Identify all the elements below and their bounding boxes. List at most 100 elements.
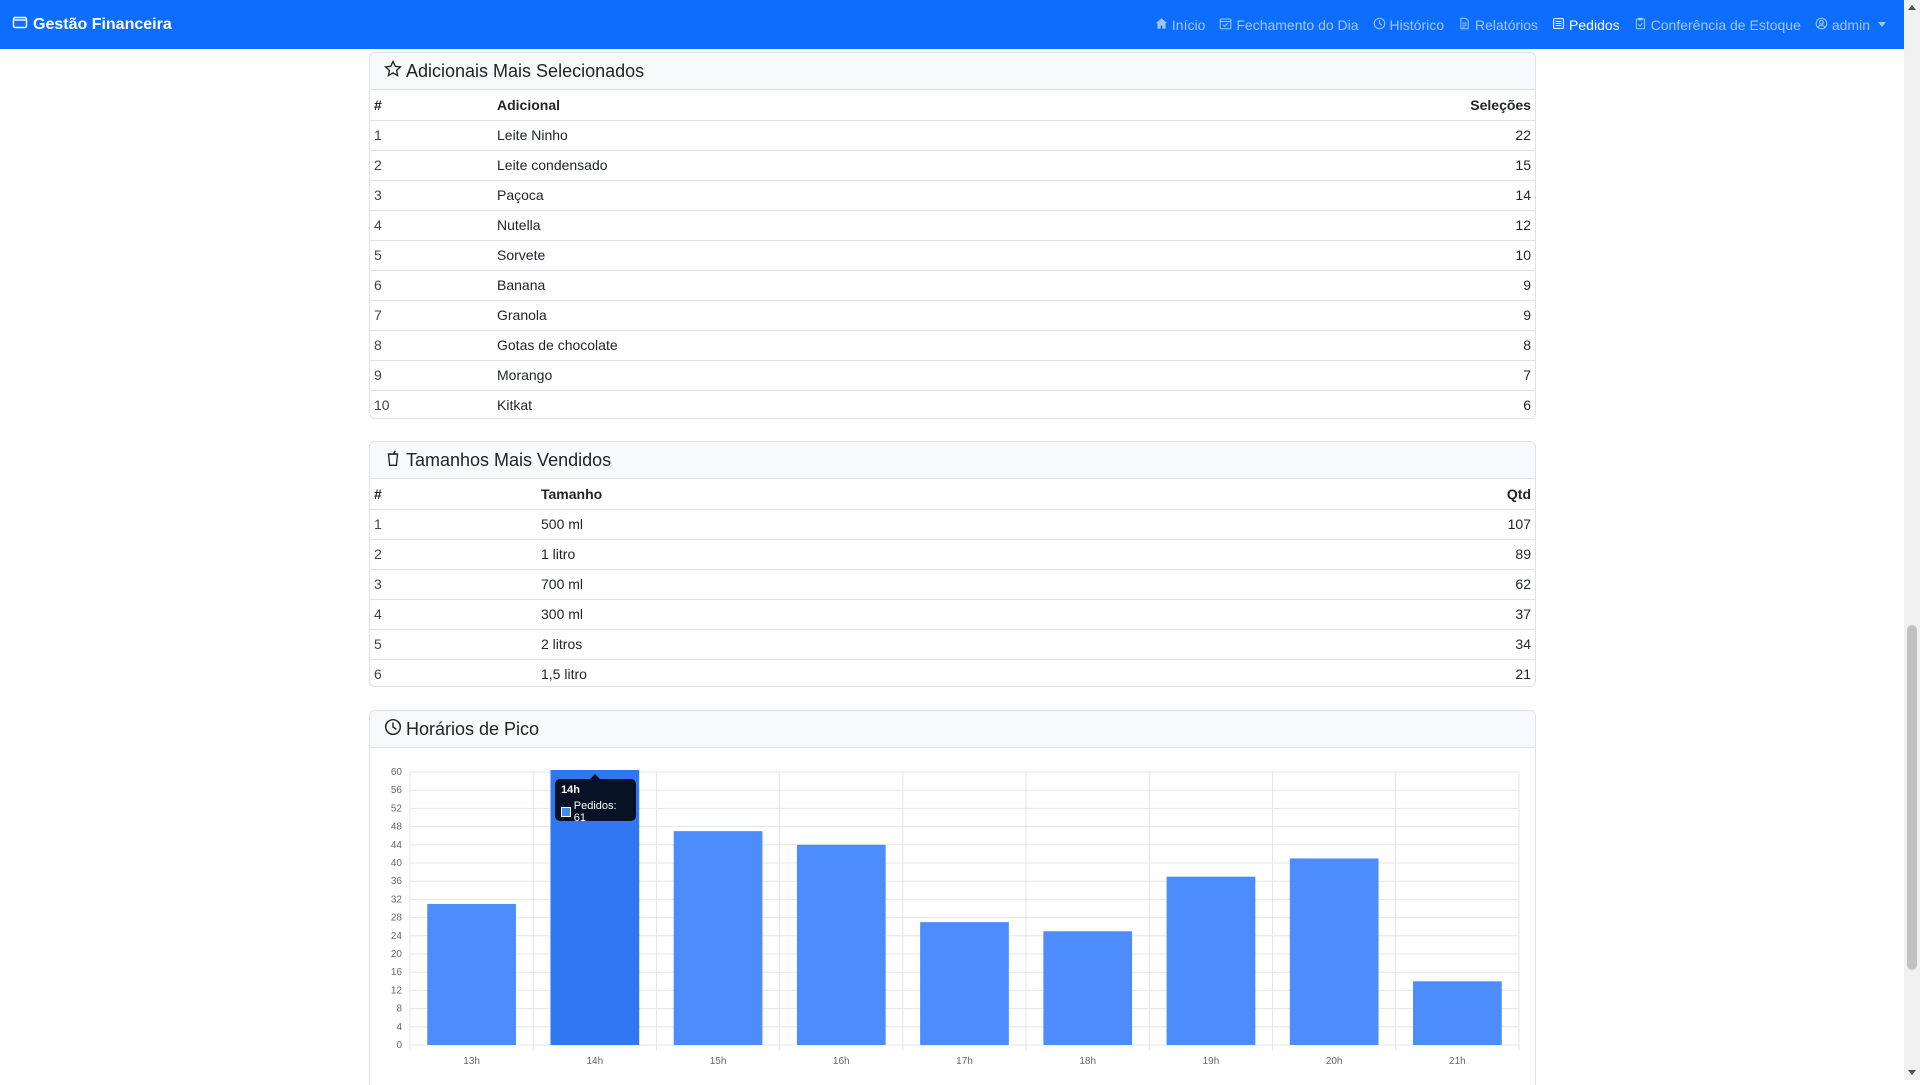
y-tick-label: 56: [391, 785, 403, 796]
bar-16h: [796, 844, 886, 1045]
table-row: 8 Gotas de chocolate 8: [370, 330, 1535, 361]
table-row: 10 Kitkat 6: [370, 390, 1535, 418]
nav-item-historico[interactable]: Histórico: [1373, 17, 1444, 33]
page-scrollbar[interactable]: [1904, 0, 1920, 1080]
row-count: 89: [1335, 539, 1535, 570]
star-icon: [384, 59, 402, 83]
row-rank: 4: [370, 599, 537, 630]
row-count: 37: [1335, 599, 1535, 630]
table-row: 4 300 ml 37: [370, 599, 1535, 630]
x-tick-label: 19h: [1203, 1056, 1220, 1067]
x-tick-label: 14h: [586, 1056, 603, 1067]
row-count: 7: [1335, 360, 1535, 391]
row-count: 9: [1335, 300, 1535, 331]
file-text-icon: [1458, 17, 1471, 33]
chart-tooltip: 14h Pedidos: 61: [555, 774, 636, 824]
y-tick-label: 16: [391, 967, 403, 978]
nav-item-relatorios[interactable]: Relatórios: [1458, 17, 1538, 33]
col-header-tamanho: Tamanho: [537, 479, 1335, 510]
row-name: 1 litro: [537, 539, 1335, 570]
cup-icon: [384, 449, 402, 472]
card-title: Adicionais Mais Selecionados: [406, 60, 645, 81]
table-row: 6 Banana 9: [370, 270, 1535, 301]
row-name: 500 ml: [537, 509, 1335, 540]
row-name: 700 ml: [537, 569, 1335, 600]
row-count: 12: [1335, 210, 1535, 241]
user-dropdown[interactable]: admin: [1815, 17, 1886, 33]
bar-18h: [1043, 931, 1133, 1045]
clock-icon: [384, 718, 402, 741]
adicionais-table: # Adicional Seleções 1 Leite Ninho 22 2 Lei…: [370, 90, 1535, 418]
row-count: 34: [1335, 629, 1535, 660]
row-rank: 5: [370, 629, 537, 660]
clipboard-check-icon: [1634, 17, 1647, 33]
nav-item-inicio[interactable]: Início: [1155, 17, 1205, 33]
row-name: Paçoca: [493, 180, 1335, 211]
row-name: Leite Ninho: [493, 120, 1335, 151]
nav-item-label: Histórico: [1389, 16, 1445, 33]
house-icon: [1155, 17, 1168, 33]
scroll-down-arrow-icon[interactable]: [1908, 1070, 1916, 1075]
calendar-check-icon: [1219, 17, 1232, 33]
y-tick-label: 60: [391, 767, 403, 778]
brand-link[interactable]: Gestão Financeira: [12, 14, 172, 35]
table-row: 7 Granola 9: [370, 300, 1535, 331]
scroll-up-arrow-icon[interactable]: [1908, 5, 1916, 10]
table-row: 2 Leite condensado 15: [370, 150, 1535, 181]
y-tick-label: 8: [396, 1004, 402, 1015]
col-header-adicional: Adicional: [493, 90, 1335, 121]
row-name: Gotas de chocolate: [493, 330, 1335, 361]
user-name: admin: [1831, 16, 1870, 33]
row-name: Nutella: [493, 210, 1335, 241]
x-tick-label: 16h: [833, 1056, 850, 1067]
y-tick-label: 4: [396, 1022, 402, 1033]
nav-item-pedidos[interactable]: Pedidos: [1552, 17, 1620, 33]
scrollbar-thumb[interactable]: [1907, 625, 1917, 970]
x-tick-label: 20h: [1326, 1056, 1343, 1067]
x-tick-label: 21h: [1449, 1056, 1466, 1067]
row-rank: 2: [370, 539, 537, 570]
bar-13h: [427, 903, 516, 1045]
bar-15h: [673, 831, 763, 1045]
nav-item-conferencia[interactable]: Conferência de Estoque: [1634, 17, 1801, 33]
col-header-rank: #: [370, 479, 537, 510]
col-header-qtd: Qtd: [1335, 479, 1535, 510]
card-title: Tamanhos Mais Vendidos: [406, 449, 612, 470]
row-count: 62: [1335, 569, 1535, 600]
x-tick-label: 17h: [956, 1056, 973, 1067]
y-tick-label: 20: [391, 949, 403, 960]
row-rank: 3: [370, 180, 493, 211]
tamanhos-card: Tamanhos Mais Vendidos # Tamanho Qtd 1 50…: [369, 441, 1536, 687]
y-tick-label: 24: [391, 931, 403, 942]
peak-hours-chart: 0 4 8 12 16 20 24 28 32 36 40 44 48 52 56 60 13h 14h 15h 16…: [370, 748, 1535, 1083]
table-header-row: # Adicional Seleções: [370, 90, 1535, 121]
row-rank: 6: [374, 666, 382, 683]
tooltip-swatch: [561, 807, 571, 817]
brand-label: Gestão Financeira: [33, 15, 172, 33]
row-name: Leite condensado: [493, 150, 1335, 181]
bar-20h: [1289, 858, 1379, 1045]
row-count: 14: [1335, 180, 1535, 211]
y-tick-label: 48: [391, 822, 403, 833]
bar-19h: [1166, 876, 1256, 1045]
nav-item-fechamento[interactable]: Fechamento do Dia: [1219, 16, 1359, 33]
card-title: Horários de Pico: [406, 718, 540, 739]
pico-card-header: Horários de Pico: [370, 711, 1535, 748]
x-tick-label: 15h: [710, 1056, 727, 1067]
table-row: 5 Sorvete 10: [370, 240, 1535, 271]
row-count: 21: [1515, 666, 1531, 683]
receipt-icon: [1552, 17, 1565, 33]
y-tick-label: 36: [391, 876, 403, 887]
row-rank: 6: [370, 270, 493, 301]
row-name: 300 ml: [537, 599, 1335, 630]
table-row: 3 Paçoca 14: [370, 180, 1535, 211]
row-rank: 2: [370, 150, 493, 181]
row-rank: 7: [370, 300, 493, 331]
row-count: 9: [1335, 270, 1535, 301]
tamanhos-table: # Tamanho Qtd 1 500 ml 107 21 litro 89 3 700…: [370, 479, 1535, 686]
table-row: 6 1,5 litro 21: [370, 659, 1535, 686]
nav-item-label: Fechamento do Dia: [1236, 16, 1359, 33]
x-tick-label: 13h: [463, 1056, 480, 1067]
row-rank: 9: [370, 360, 493, 391]
table-row: 1 Leite Ninho 22: [370, 120, 1535, 151]
